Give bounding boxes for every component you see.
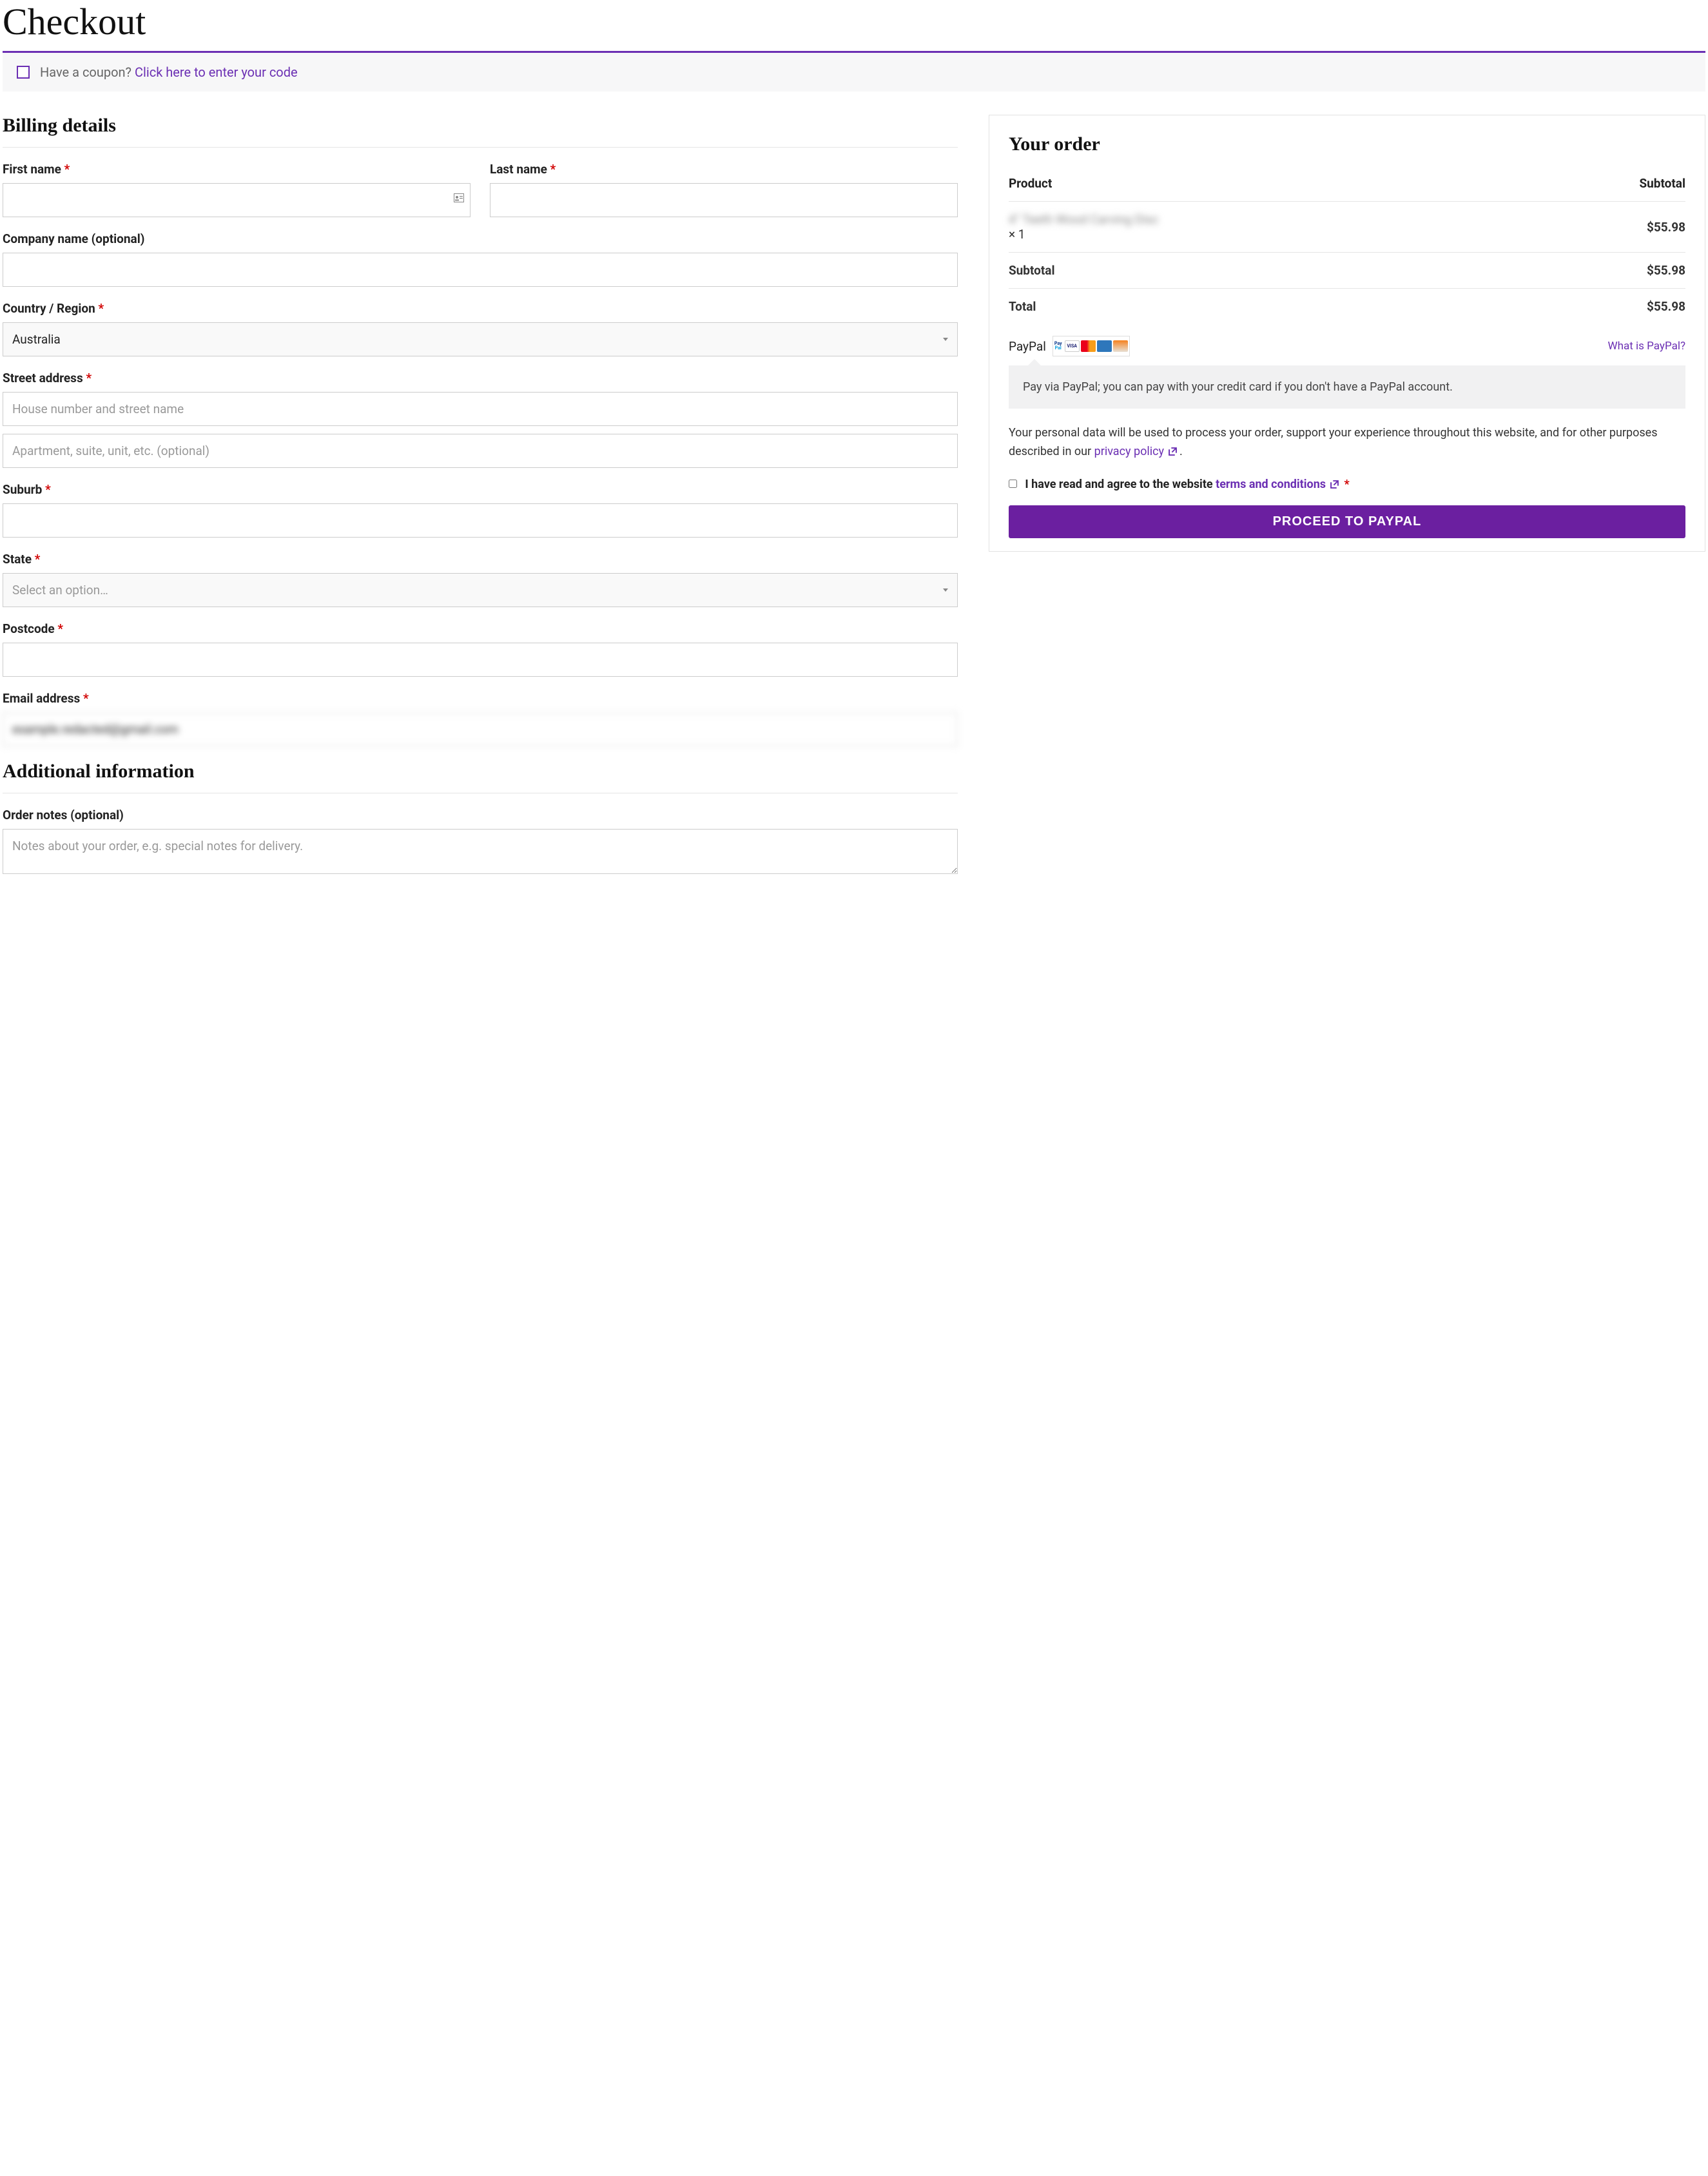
chevron-down-icon bbox=[943, 338, 948, 341]
suburb-input[interactable] bbox=[3, 503, 958, 538]
order-item-name: 4" Teeth Wood Carving Disc bbox=[1009, 212, 1159, 227]
terms-checkbox[interactable] bbox=[1009, 480, 1017, 488]
total-value: $55.98 bbox=[1526, 289, 1685, 325]
notes-label: Order notes (optional) bbox=[3, 808, 958, 822]
street-label: Street address * bbox=[3, 371, 958, 385]
payment-method-row: PayPal PayPal VISA What is PayPal? bbox=[1009, 324, 1685, 365]
terms-prefix: I have read and agree to the website bbox=[1025, 478, 1212, 491]
terms-link[interactable]: terms and conditions bbox=[1216, 478, 1341, 491]
country-value: Australia bbox=[12, 332, 61, 347]
subtotal-header: Subtotal bbox=[1526, 166, 1685, 202]
external-link-icon bbox=[1330, 474, 1339, 483]
privacy-text: Your personal data will be used to proce… bbox=[1009, 424, 1685, 461]
privacy-policy-link[interactable]: privacy policy bbox=[1094, 445, 1179, 458]
order-item-price: $55.98 bbox=[1526, 202, 1685, 253]
postcode-input[interactable] bbox=[3, 643, 958, 677]
last-name-input[interactable] bbox=[490, 183, 958, 217]
state-label: State * bbox=[3, 552, 958, 567]
order-summary-box: Your order Product Subtotal 4" Teeth Woo… bbox=[989, 115, 1705, 552]
terms-row: I have read and agree to the website ter… bbox=[1009, 474, 1685, 495]
page-title: Checkout bbox=[3, 0, 1705, 43]
order-notes-textarea[interactable] bbox=[3, 829, 958, 874]
subtotal-value: $55.98 bbox=[1526, 253, 1685, 289]
payment-method-label: PayPal bbox=[1009, 339, 1046, 354]
email-input[interactable] bbox=[3, 712, 958, 746]
additional-heading: Additional information bbox=[3, 761, 958, 782]
street-input[interactable] bbox=[3, 392, 958, 426]
paypal-cards-icon: PayPal VISA bbox=[1053, 336, 1130, 356]
order-heading: Your order bbox=[1009, 133, 1685, 155]
coupon-text: Have a coupon? Click here to enter your … bbox=[40, 64, 298, 80]
chevron-down-icon bbox=[943, 588, 948, 592]
state-select[interactable]: Select an option… bbox=[3, 573, 958, 607]
total-label: Total bbox=[1009, 289, 1526, 325]
terms-required: * bbox=[1344, 478, 1349, 491]
street2-input[interactable] bbox=[3, 434, 958, 468]
coupon-bar: Have a coupon? Click here to enter your … bbox=[3, 51, 1705, 92]
total-row: Total $55.98 bbox=[1009, 289, 1685, 325]
what-is-paypal-link[interactable]: What is PayPal? bbox=[1608, 340, 1685, 353]
first-name-label: First name * bbox=[3, 162, 471, 177]
country-select[interactable]: Australia bbox=[3, 322, 958, 356]
company-label: Company name (optional) bbox=[3, 231, 958, 246]
state-placeholder: Select an option… bbox=[12, 583, 108, 597]
company-input[interactable] bbox=[3, 253, 958, 287]
coupon-link[interactable]: Click here to enter your code bbox=[135, 64, 298, 80]
country-label: Country / Region * bbox=[3, 301, 958, 316]
suburb-label: Suburb * bbox=[3, 482, 958, 497]
billing-heading: Billing details bbox=[3, 115, 958, 137]
postcode-label: Postcode * bbox=[3, 621, 958, 636]
coupon-icon bbox=[17, 66, 30, 79]
product-header: Product bbox=[1009, 166, 1526, 202]
first-name-input[interactable] bbox=[3, 183, 471, 217]
order-item-qty: × 1 bbox=[1009, 227, 1025, 242]
external-link-icon bbox=[1169, 443, 1177, 451]
paypal-description: Pay via PayPal; you can pay with your cr… bbox=[1009, 365, 1685, 409]
order-table: Product Subtotal 4" Teeth Wood Carving D… bbox=[1009, 166, 1685, 324]
subtotal-row: Subtotal $55.98 bbox=[1009, 253, 1685, 289]
last-name-label: Last name * bbox=[490, 162, 958, 177]
coupon-question: Have a coupon? bbox=[40, 64, 131, 80]
order-item-row: 4" Teeth Wood Carving Disc × 1 $55.98 bbox=[1009, 202, 1685, 253]
proceed-to-paypal-button[interactable]: PROCEED TO PAYPAL bbox=[1009, 505, 1685, 538]
subtotal-label: Subtotal bbox=[1009, 253, 1526, 289]
email-label: Email address * bbox=[3, 691, 958, 706]
contact-card-icon bbox=[454, 193, 464, 202]
